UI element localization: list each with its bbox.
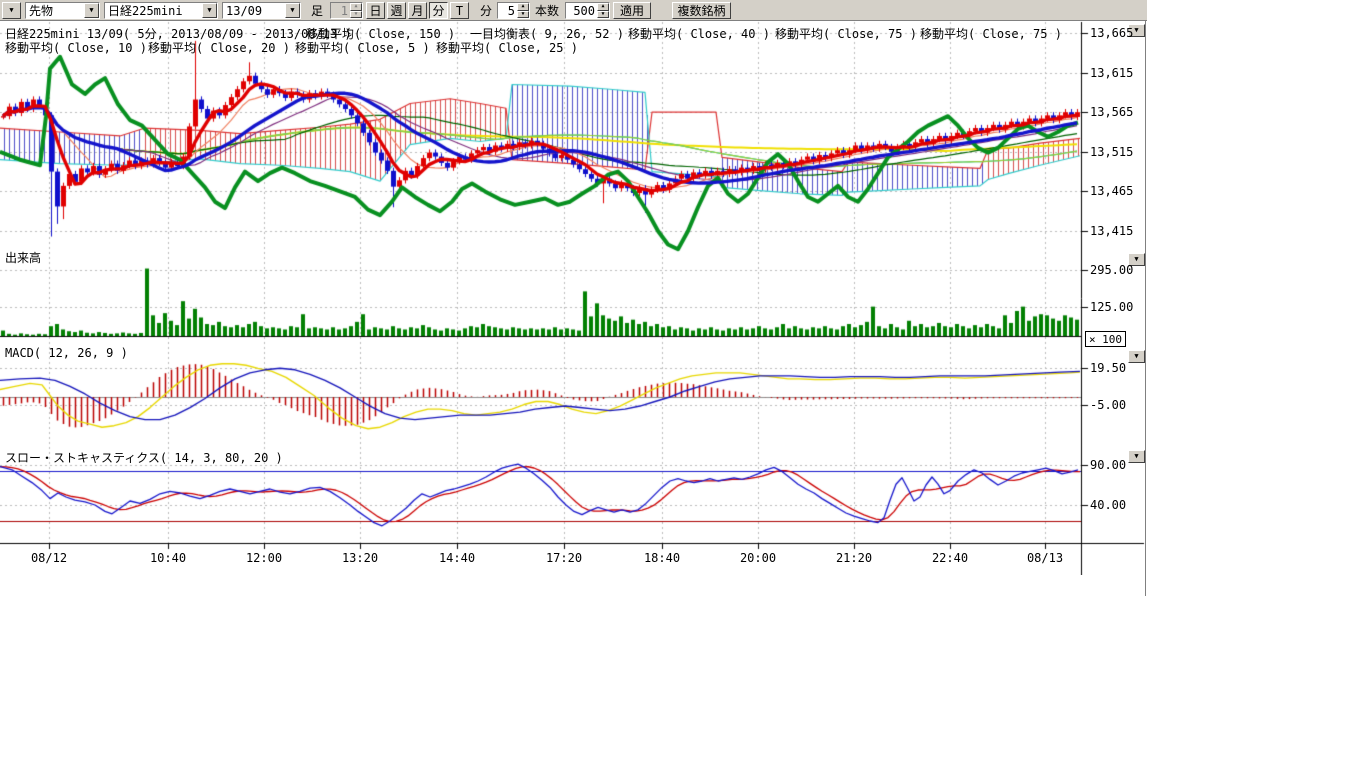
multi-symbol-button[interactable]: 複数銘柄 (672, 2, 731, 19)
time-tick-label: 21:20 (836, 551, 872, 565)
chevron-down-icon: ▼ (89, 7, 93, 14)
axis-tick-label: 90.00 (1090, 458, 1126, 472)
mini-dropdown-button[interactable]: ▼ (2, 2, 21, 19)
chart-plot-area[interactable] (0, 21, 1147, 575)
axis-tick-label: 13,415 (1090, 224, 1133, 238)
chart-window: 日経225mini 13/09( 5分, 2013/08/09 - 2013/0… (0, 21, 1147, 575)
volume-multiplier-badge: × 100 (1085, 331, 1126, 347)
chevron-down-icon: ▼ (290, 7, 294, 14)
contract-month-value: 13/09 (226, 4, 285, 18)
volume-panel-label: 出来高 (5, 249, 41, 266)
bar-count-spinner[interactable]: 500 ▲ ▼ (565, 2, 610, 19)
spin-down-icon[interactable]: ▼ (517, 11, 529, 19)
bar-count-value: 500 (566, 4, 597, 18)
axis-tick-label: 13,465 (1090, 184, 1133, 198)
time-tick-label: 14:40 (439, 551, 475, 565)
spin-control[interactable]: ▲ ▼ (350, 3, 362, 18)
dropdown-button[interactable]: ▼ (285, 3, 300, 18)
spin-down-icon[interactable]: ▼ (350, 11, 362, 19)
axis-tick-label: 40.00 (1090, 498, 1126, 512)
indicator-label: 移動平均( Close, 10 ) (5, 39, 147, 56)
axis-tick-label: 295.00 (1090, 263, 1133, 277)
indicator-label: 移動平均( Close, 20 ) (148, 39, 290, 56)
period-week-button[interactable]: 週 (387, 2, 406, 19)
dropdown-button[interactable]: ▼ (202, 3, 217, 18)
indicator-label: 移動平均( Close, 75 ) (920, 25, 1062, 42)
period-tick-button[interactable]: T (450, 2, 469, 19)
indicator-label: 移動平均( Close, 75 ) (775, 25, 917, 42)
axis-tick-label: 13,665 (1090, 26, 1133, 40)
minute-label: 分 (480, 2, 492, 19)
symbol-value: 日経225mini (108, 2, 202, 19)
axis-tick-label: 19.50 (1090, 361, 1126, 375)
stoch-axis-scale-button[interactable]: ▼ (1128, 450, 1145, 463)
axis-tick-label: 13,565 (1090, 105, 1133, 119)
indicator-label: 移動平均( Close, 40 ) (628, 25, 770, 42)
window-right-border (1145, 21, 1146, 596)
period-month-button[interactable]: 月 (408, 2, 427, 19)
bar-interval-spinner[interactable]: 1 ▲ ▼ (330, 2, 363, 19)
axis-tick-label: 13,615 (1090, 66, 1133, 80)
symbol-combo[interactable]: 日経225mini ▼ (104, 2, 218, 19)
axis-tick-label: 13,515 (1090, 145, 1133, 159)
chevron-down-icon: ▼ (9, 7, 13, 14)
axis-tick-label: 125.00 (1090, 300, 1133, 314)
chevron-down-icon: ▼ (1134, 27, 1138, 34)
time-tick-label: 08/12 (31, 551, 67, 565)
chevron-down-icon: ▼ (1134, 353, 1138, 360)
spin-control[interactable]: ▲ ▼ (597, 3, 609, 18)
time-tick-label: 13:20 (342, 551, 378, 565)
time-tick-label: 17:20 (546, 551, 582, 565)
macd-panel-label: MACD( 12, 26, 9 ) (5, 346, 128, 360)
chevron-down-icon: ▼ (207, 7, 211, 14)
chevron-down-icon: ▼ (1134, 453, 1138, 460)
time-tick-label: 20:00 (740, 551, 776, 565)
spin-up-icon[interactable]: ▲ (597, 3, 609, 11)
toolbar: ▼ 先物 ▼ 日経225mini ▼ 13/09 ▼ 足 1 ▲ ▼ 日 週 月… (0, 0, 1147, 21)
time-tick-label: 12:00 (246, 551, 282, 565)
contract-month-combo[interactable]: 13/09 ▼ (222, 2, 301, 19)
indicator-label: 移動平均( Close, 5 ) (295, 39, 430, 56)
minute-value: 5 (498, 4, 517, 18)
bar-count-label: 本数 (535, 2, 559, 19)
axis-tick-label: -5.00 (1090, 398, 1126, 412)
macd-axis-scale-button[interactable]: ▼ (1128, 350, 1145, 363)
bar-interval-value: 1 (331, 4, 350, 18)
instrument-type-value: 先物 (29, 2, 84, 19)
period-day-button[interactable]: 日 (366, 2, 385, 19)
period-minute-button[interactable]: 分 (429, 2, 448, 19)
spin-control[interactable]: ▲ ▼ (517, 3, 529, 18)
trading-app-window: ▼ 先物 ▼ 日経225mini ▼ 13/09 ▼ 足 1 ▲ ▼ 日 週 月… (0, 0, 1366, 768)
spin-up-icon[interactable]: ▲ (350, 3, 362, 11)
time-tick-label: 08/13 (1027, 551, 1063, 565)
spin-up-icon[interactable]: ▲ (517, 3, 529, 11)
time-tick-label: 10:40 (150, 551, 186, 565)
spin-down-icon[interactable]: ▼ (597, 11, 609, 19)
chevron-down-icon: ▼ (1134, 256, 1138, 263)
time-tick-label: 22:40 (932, 551, 968, 565)
dropdown-button[interactable]: ▼ (84, 3, 99, 18)
time-tick-label: 18:40 (644, 551, 680, 565)
instrument-type-combo[interactable]: 先物 ▼ (25, 2, 100, 19)
indicator-label: 移動平均( Close, 25 ) (436, 39, 578, 56)
apply-button[interactable]: 適用 (613, 2, 651, 19)
minute-spinner[interactable]: 5 ▲ ▼ (497, 2, 530, 19)
stoch-panel-label: スロー・ストキャスティクス( 14, 3, 80, 20 ) (5, 449, 283, 466)
bar-type-label: 足 (311, 2, 323, 19)
